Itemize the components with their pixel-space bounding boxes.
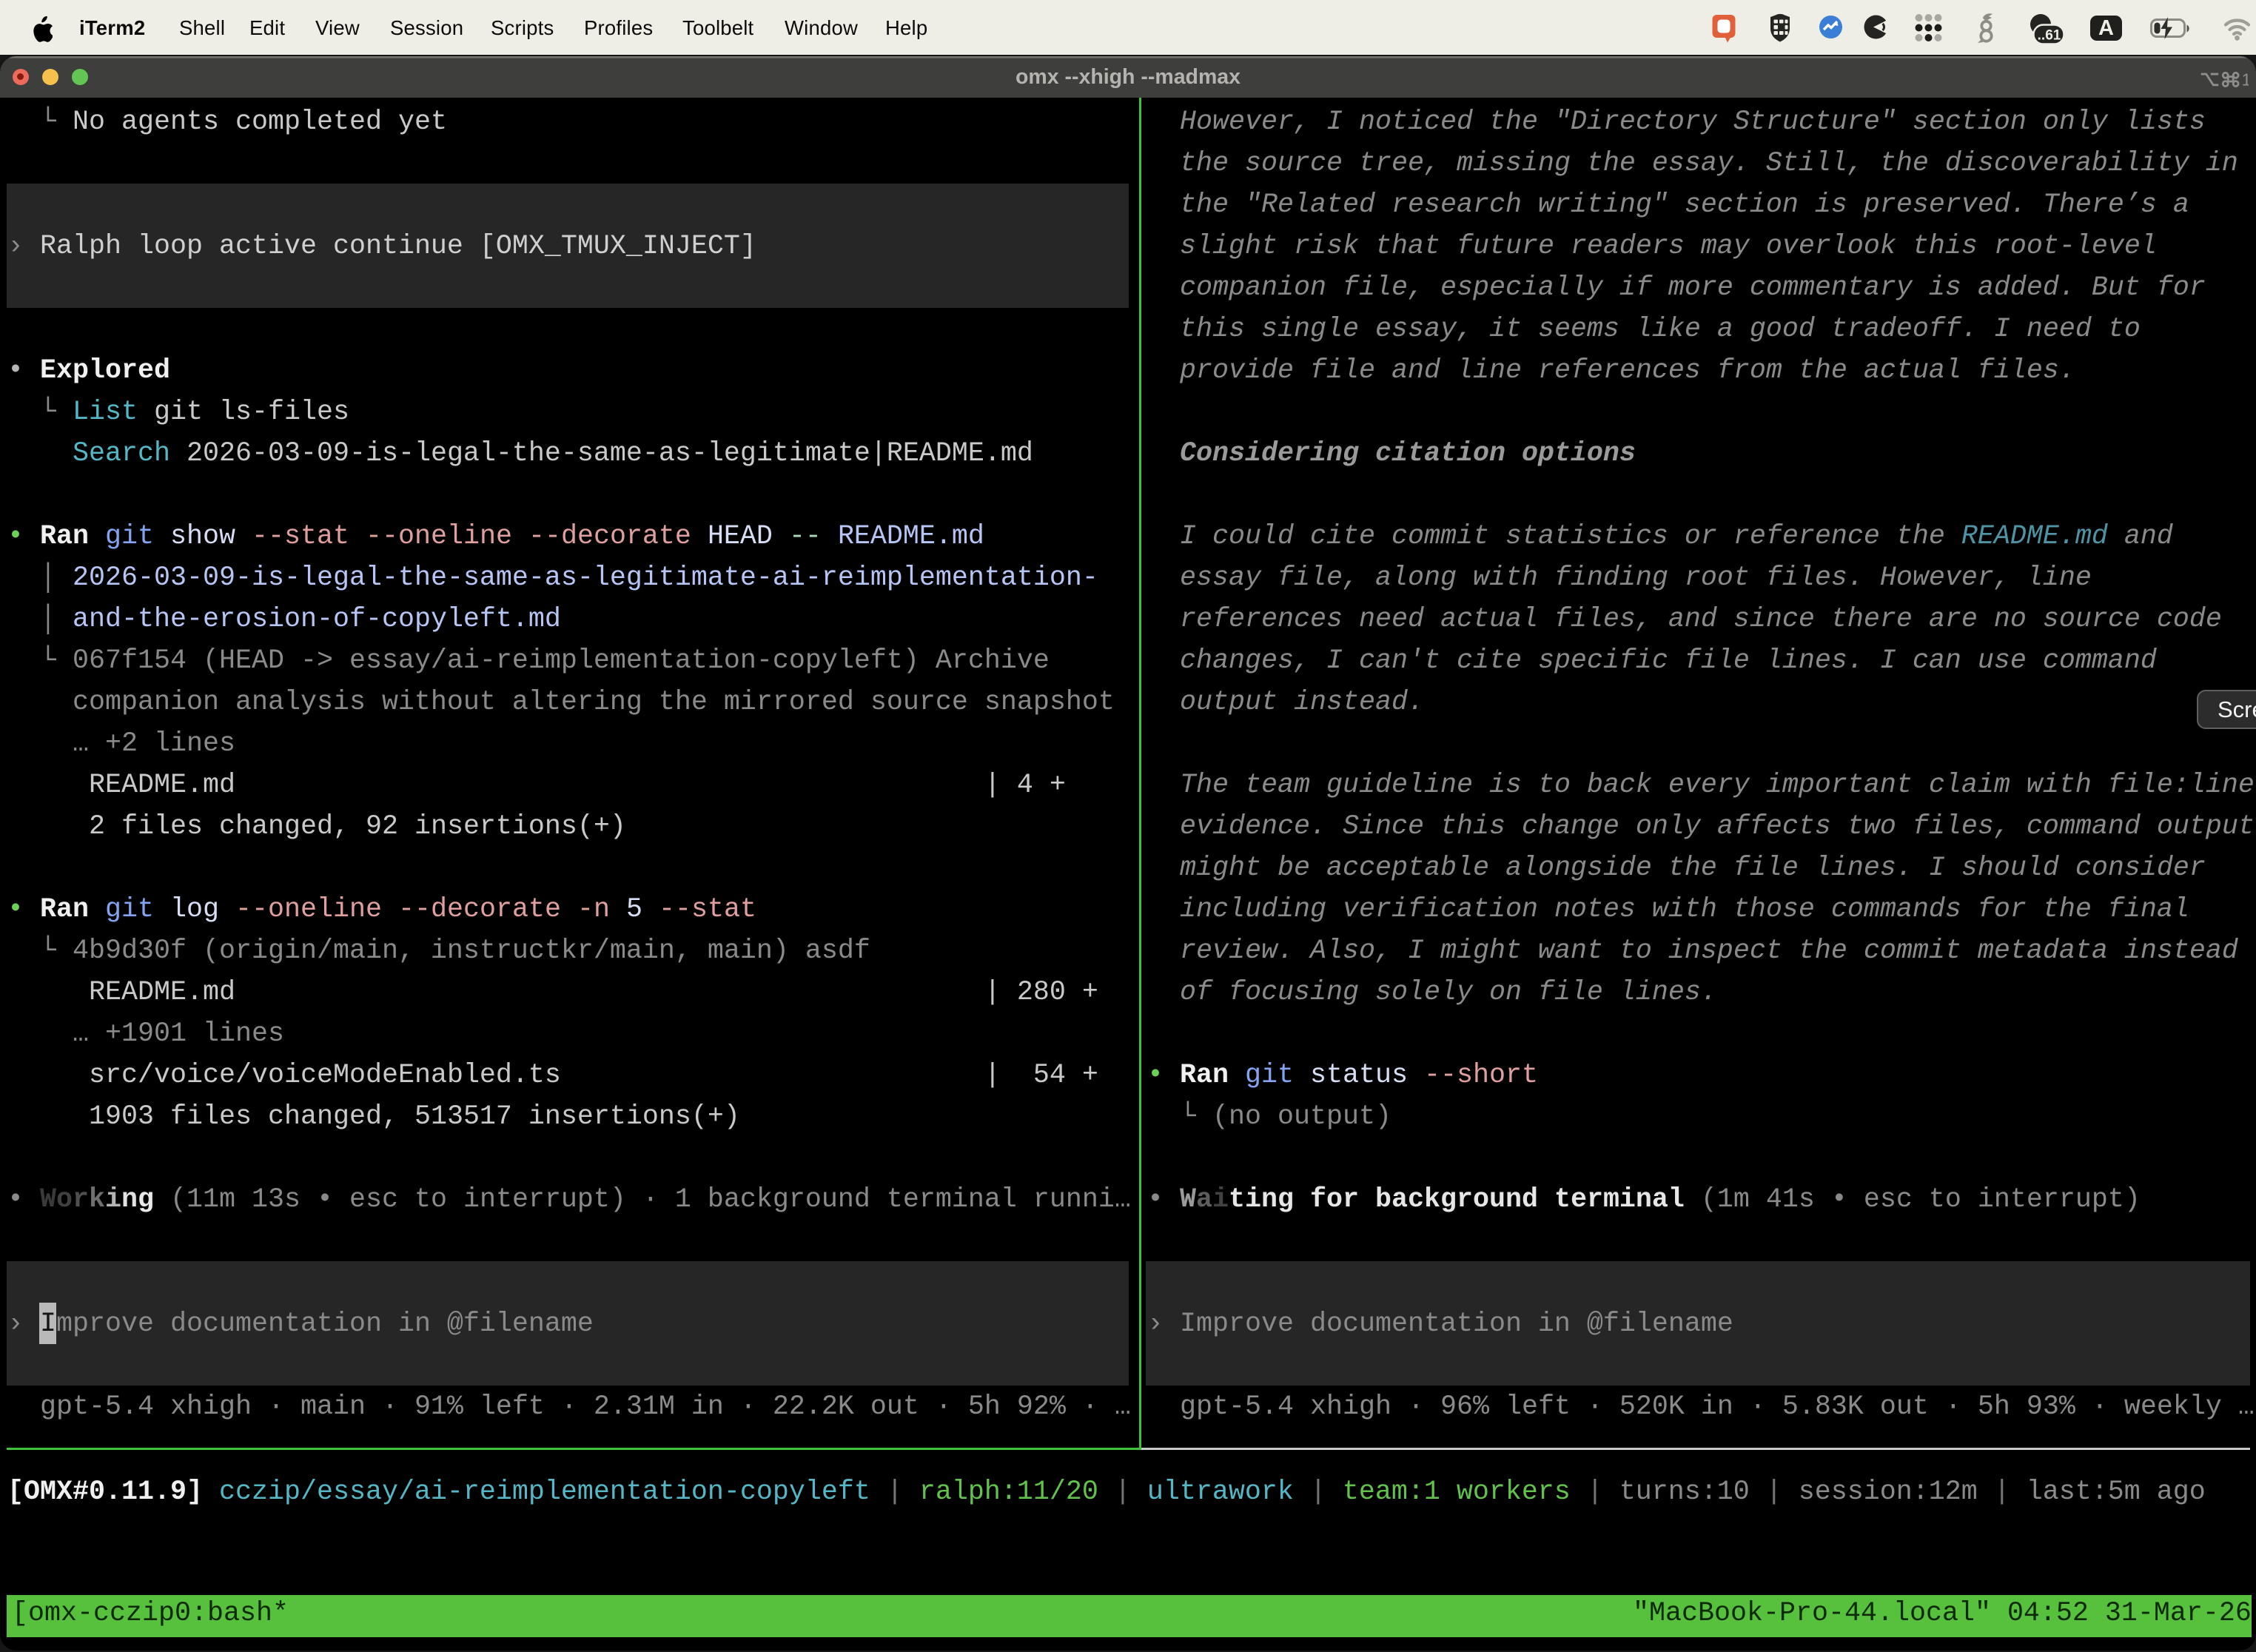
svg-text:..61: ..61: [2038, 28, 2061, 44]
svg-text:1: 1: [2241, 70, 2249, 90]
